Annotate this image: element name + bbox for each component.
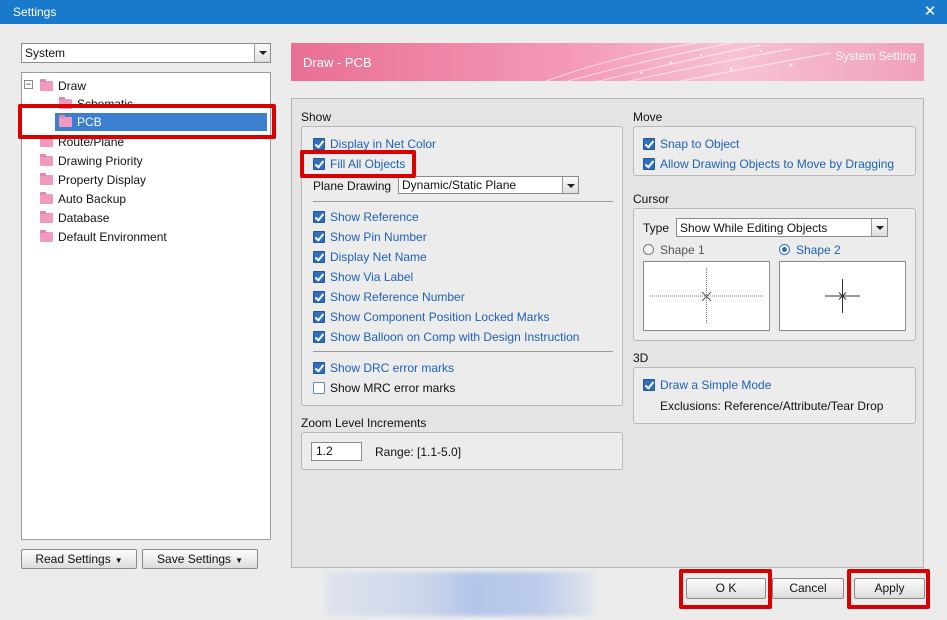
checkbox-label: Show Reference: [330, 210, 419, 224]
zoom-group: 1.2 Range: [1.1-5.0]: [301, 432, 623, 470]
cursor-group: Type Show While Editing Objects Shape 1 …: [633, 208, 916, 341]
checkbox-label: Allow Drawing Objects to Move by Draggin…: [660, 157, 895, 171]
tree-item-drawing-priority[interactable]: Drawing Priority: [40, 152, 240, 170]
system-select-value: System: [25, 46, 66, 60]
save-settings-label: Save Settings: [157, 552, 232, 566]
zoom-section-title: Zoom Level Increments: [301, 416, 427, 430]
divider: [313, 201, 613, 202]
shape1-label: Shape 1: [660, 243, 705, 257]
close-icon[interactable]: ✕: [913, 0, 947, 24]
folder-icon: [40, 192, 53, 204]
move-group: Snap to Object Allow Drawing Objects to …: [633, 126, 916, 176]
threed-group: Draw a Simple Mode Exclusions: Reference…: [633, 367, 916, 424]
checkbox-label: Display in Net Color: [330, 137, 437, 151]
folder-icon: [40, 154, 53, 166]
checkbox-checked-icon[interactable]: [313, 291, 325, 303]
checkbox-checked-icon[interactable]: [313, 311, 325, 323]
title-bar: Settings ✕: [0, 0, 947, 24]
checkbox-checked-icon[interactable]: [313, 231, 325, 243]
checkbox-label: Show MRC error marks: [330, 381, 456, 395]
tree-item-label: Auto Backup: [58, 192, 127, 206]
system-select[interactable]: System: [21, 43, 271, 63]
folder-icon: [40, 173, 53, 185]
folder-icon: [40, 230, 53, 242]
move-section-title: Move: [633, 110, 663, 124]
shape1-preview[interactable]: [643, 261, 770, 331]
tree-item-property-display[interactable]: Property Display: [40, 171, 240, 189]
checkbox-checked-icon[interactable]: [313, 211, 325, 223]
settings-tree[interactable]: Draw Schematic PCB Route/Plane Drawing P…: [21, 72, 271, 540]
shape2-radio[interactable]: [779, 244, 790, 255]
checkbox-label: Show Pin Number: [330, 230, 427, 244]
zoom-range-text: Range: [1.1-5.0]: [375, 445, 462, 459]
tree-item-label: Draw: [58, 79, 87, 93]
divider: [313, 351, 613, 352]
checkbox-label: Draw a Simple Mode: [660, 378, 772, 392]
cursor-type-select[interactable]: Show While Editing Objects: [676, 218, 888, 237]
tree-item-label: Drawing Priority: [58, 154, 143, 168]
blurred-region: [326, 572, 594, 616]
window-title: Settings: [13, 5, 57, 19]
checkbox-label: Display Net Name: [330, 250, 427, 264]
page-banner: Draw - PCB System Setting: [291, 43, 924, 81]
dropdown-arrow-icon: ▼: [114, 556, 123, 565]
fullscreen-crosshair-icon: [650, 268, 763, 324]
read-settings-button[interactable]: Read Settings ▼: [21, 549, 137, 569]
chevron-down-icon[interactable]: [562, 177, 578, 193]
shape1-radio[interactable]: [643, 244, 654, 255]
plane-drawing-label: Plane Drawing: [313, 179, 392, 193]
show-section-title: Show: [301, 110, 332, 124]
tree-item-default-environment[interactable]: Default Environment: [40, 228, 240, 246]
chevron-down-icon[interactable]: [254, 44, 270, 62]
banner-decoration: [544, 43, 832, 81]
checkbox-label: Snap to Object: [660, 137, 740, 151]
checkbox-checked-icon[interactable]: [313, 271, 325, 283]
cursor-type-value: Show While Editing Objects: [680, 221, 828, 235]
exclusions-text: Exclusions: Reference/Attribute/Tear Dro…: [660, 399, 884, 413]
small-crosshair-icon: [825, 279, 860, 313]
shape2-label: Shape 2: [796, 243, 841, 257]
plane-drawing-value: Dynamic/Static Plane: [402, 178, 517, 192]
checkbox-checked-icon[interactable]: [313, 138, 325, 150]
highlight-pcb: [18, 104, 276, 139]
read-settings-label: Read Settings: [35, 552, 111, 566]
checkbox-unchecked-icon[interactable]: [313, 382, 325, 394]
plane-drawing-select[interactable]: Dynamic/Static Plane: [398, 176, 579, 194]
banner-subtitle: System Setting: [835, 49, 916, 63]
tree-item-auto-backup[interactable]: Auto Backup: [40, 190, 240, 208]
checkbox-label: Show Component Position Locked Marks: [330, 310, 550, 324]
threed-section-title: 3D: [633, 351, 649, 365]
highlight-ok: [679, 569, 772, 609]
cancel-button[interactable]: Cancel: [772, 578, 844, 599]
checkbox-label: Show Reference Number: [330, 290, 465, 304]
collapse-icon[interactable]: −: [24, 80, 33, 89]
cursor-type-label: Type: [643, 221, 670, 235]
tree-item-label: Database: [58, 211, 110, 225]
save-settings-button[interactable]: Save Settings ▼: [142, 549, 258, 569]
highlight-apply: [847, 569, 930, 609]
tree-item-draw[interactable]: Draw: [40, 77, 240, 95]
checkbox-checked-icon[interactable]: [313, 251, 325, 263]
checkbox-checked-icon[interactable]: [313, 362, 325, 374]
cursor-section-title: Cursor: [633, 192, 670, 206]
shape2-preview[interactable]: [779, 261, 906, 331]
dropdown-arrow-icon: ▼: [235, 556, 243, 565]
folder-icon: [40, 79, 53, 91]
folder-icon: [40, 211, 53, 223]
highlight-fill-all-objects: [300, 150, 416, 178]
checkbox-checked-icon[interactable]: [313, 331, 325, 343]
tree-item-database[interactable]: Database: [40, 209, 240, 227]
checkbox-checked-icon[interactable]: [643, 138, 655, 150]
tree-item-label: Default Environment: [58, 230, 167, 244]
checkbox-checked-icon[interactable]: [643, 379, 655, 391]
page-title: Draw - PCB: [303, 55, 372, 70]
checkbox-label: Show Balloon on Comp with Design Instruc…: [330, 330, 580, 344]
checkbox-label: Show Via Label: [330, 270, 414, 284]
zoom-increment-input[interactable]: 1.2: [311, 442, 362, 461]
chevron-down-icon[interactable]: [871, 219, 887, 236]
tree-item-label: Property Display: [58, 173, 147, 187]
checkbox-checked-icon[interactable]: [643, 158, 655, 170]
checkbox-label: Show DRC error marks: [330, 361, 455, 375]
